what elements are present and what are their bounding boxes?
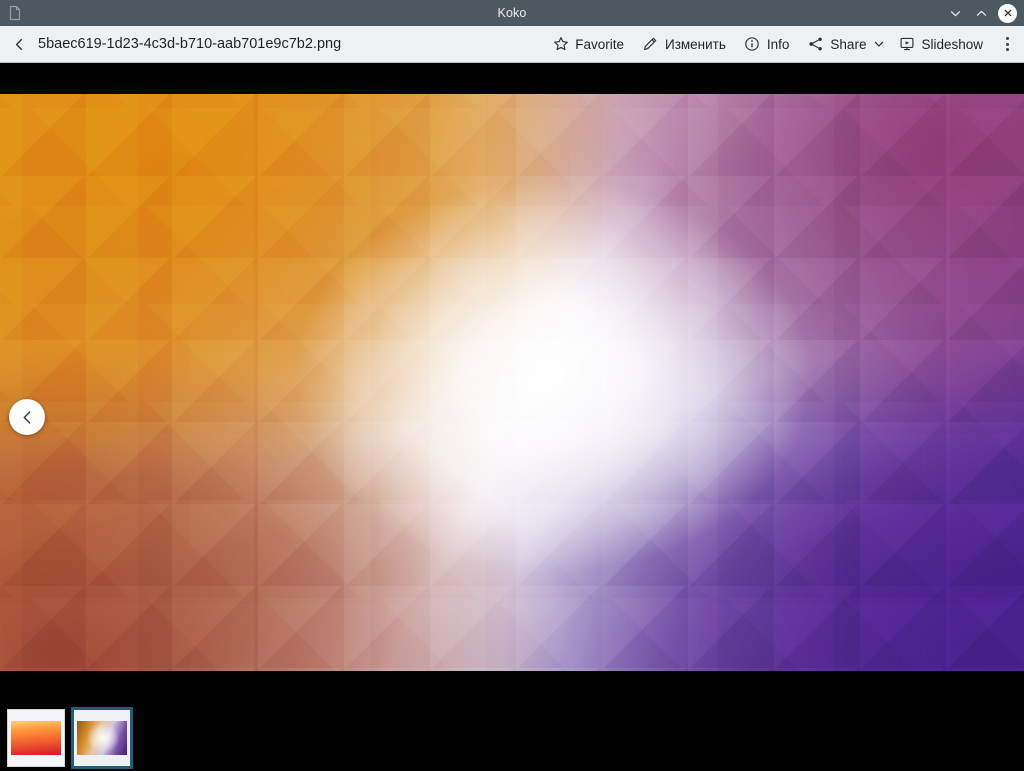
back-button[interactable] [6,31,32,57]
share-button[interactable]: Share [798,30,875,58]
star-outline-icon [552,36,569,53]
thumbnail-preview [11,721,61,755]
thumbnail-item-1[interactable] [7,709,65,767]
toolbar-actions: Favorite Изменить Info Share Slideshow [543,30,1020,58]
close-button[interactable] [998,3,1017,23]
favorite-label: Favorite [575,36,624,52]
more-dot [1005,48,1009,51]
chevron-left-icon [15,38,22,50]
share-dropdown-button[interactable] [871,30,887,58]
titlebar[interactable]: Koko [0,0,1024,26]
thumbnail-preview [77,721,127,755]
toolbar: 5baec619-1d23-4c3d-b710-aab701e9c7b2.png… [0,26,1024,63]
image-file-icon [6,4,24,22]
more-dot [1005,37,1009,40]
koko-image-viewer-window: Koko 5baec619-1d23-4c3d-b710-aab701e9c7b… [0,0,1024,771]
displayed-image[interactable] [0,94,1024,671]
info-circle-icon [744,36,761,53]
thumbnail-item-2-selected[interactable] [71,707,133,769]
filename-label: 5baec619-1d23-4c3d-b710-aab701e9c7b2.png [38,36,342,52]
more-dot [1005,42,1009,46]
slideshow-label: Slideshow [921,36,983,52]
slideshow-screen-icon [898,36,915,53]
edit-button[interactable]: Изменить [633,30,735,58]
thumbnail-strip[interactable] [0,705,1024,771]
window-title: Koko [497,6,527,20]
image-facet-overlay-secondary [0,94,1024,671]
share-label: Share [830,36,867,52]
previous-image-button[interactable] [9,399,45,435]
close-icon [1004,9,1011,17]
chevron-down-icon [875,41,884,47]
share-nodes-icon [807,36,824,53]
image-viewer-stage [0,63,1024,771]
more-vertical-icon[interactable] [996,30,1018,58]
maximize-icon [976,10,986,16]
slideshow-button[interactable]: Slideshow [889,30,992,58]
info-label: Info [766,36,790,52]
pencil-icon [642,36,659,53]
favorite-button[interactable]: Favorite [543,30,633,58]
chevron-left-icon [23,410,30,424]
minimize-button[interactable] [943,1,967,25]
edit-label: Изменить [664,36,726,52]
window-controls [943,0,1020,26]
maximize-button[interactable] [969,1,993,25]
info-button[interactable]: Info [735,30,799,58]
minimize-icon [950,10,960,16]
